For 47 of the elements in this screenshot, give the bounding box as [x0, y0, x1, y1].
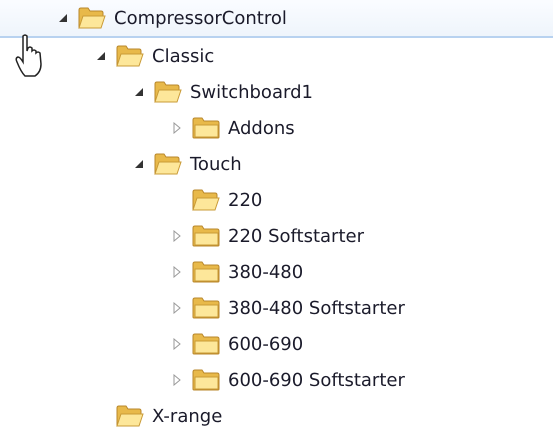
tree-row[interactable]: 380-480 — [0, 254, 553, 290]
folder-label: 600-690 Softstarter — [228, 370, 405, 390]
collapsed-arrow-icon[interactable] — [172, 266, 182, 278]
folder-label: 220 Softstarter — [228, 226, 364, 246]
folder-label: X-range — [152, 406, 222, 426]
open-folder-icon — [154, 153, 182, 175]
folder-label: CompressorControl — [114, 8, 287, 28]
open-folder-icon — [192, 189, 220, 211]
tree-row[interactable]: X-range — [0, 398, 553, 432]
expanded-arrow-icon[interactable] — [58, 13, 68, 23]
folder-icon — [192, 117, 220, 139]
collapsed-arrow-icon[interactable] — [172, 338, 182, 350]
folder-icon — [192, 333, 220, 355]
expanded-arrow-icon[interactable] — [96, 51, 106, 61]
folder-label: 380-480 Softstarter — [228, 298, 405, 318]
folder-label: Classic — [152, 46, 214, 66]
tree-row[interactable]: 600-690 — [0, 326, 553, 362]
open-folder-icon — [116, 405, 144, 427]
expanded-arrow-icon[interactable] — [134, 87, 144, 97]
tree-row[interactable]: Addons — [0, 110, 553, 146]
open-folder-icon — [78, 7, 106, 29]
folder-label: Addons — [228, 118, 295, 138]
expanded-arrow-icon[interactable] — [134, 159, 144, 169]
collapsed-arrow-icon[interactable] — [172, 302, 182, 314]
tree-row[interactable]: 600-690 Softstarter — [0, 362, 553, 398]
folder-label: Touch — [190, 154, 242, 174]
tree-row[interactable]: 220 Softstarter — [0, 218, 553, 254]
tree-row[interactable]: Touch — [0, 146, 553, 182]
folder-icon — [192, 297, 220, 319]
folder-label: 600-690 — [228, 334, 304, 354]
folder-label: 380-480 — [228, 262, 304, 282]
tree-row[interactable]: Switchboard1 — [0, 74, 553, 110]
folder-label: 220 — [228, 190, 262, 210]
folder-icon — [192, 369, 220, 391]
folder-label: Switchboard1 — [190, 82, 313, 102]
tree-row[interactable]: Classic — [0, 38, 553, 74]
collapsed-arrow-icon[interactable] — [172, 230, 182, 242]
open-folder-icon — [154, 81, 182, 103]
hand-cursor-icon — [14, 34, 44, 78]
collapsed-arrow-icon[interactable] — [172, 122, 182, 134]
tree-row[interactable]: 220 — [0, 182, 553, 218]
folder-icon — [192, 225, 220, 247]
folder-icon — [192, 261, 220, 283]
tree-row[interactable]: CompressorControl — [0, 0, 553, 38]
collapsed-arrow-icon[interactable] — [172, 374, 182, 386]
tree-row[interactable]: 380-480 Softstarter — [0, 290, 553, 326]
open-folder-icon — [116, 45, 144, 67]
